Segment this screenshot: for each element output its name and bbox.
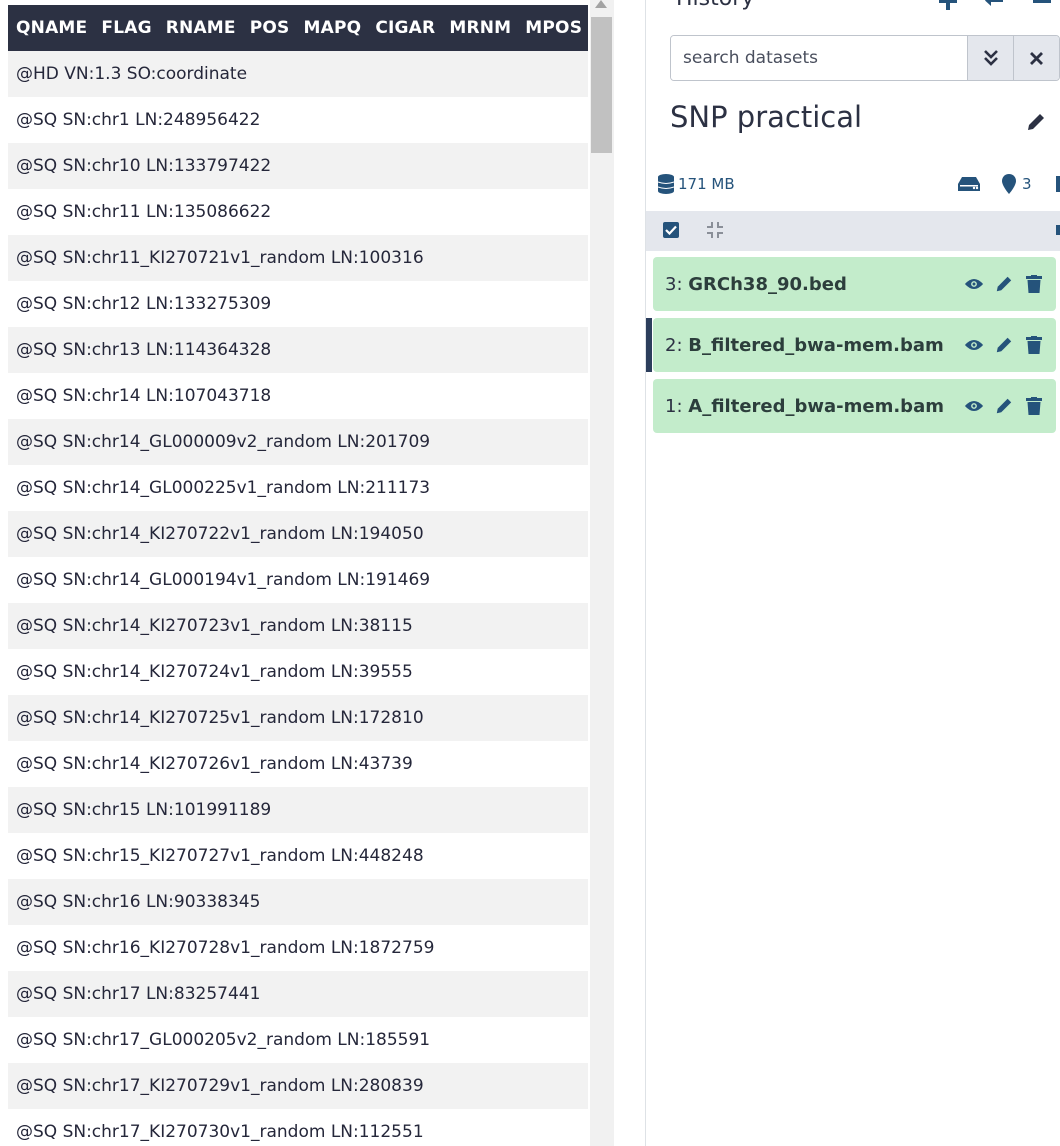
table-row: @SQ SN:chr14_KI270726v1_random LN:43739 [8, 741, 588, 787]
menu-icon[interactable] [1033, 0, 1051, 11]
table-row: @SQ SN:chr12 LN:133275309 [8, 281, 588, 327]
table-row: @SQ SN:chr16_KI270728v1_random LN:187275… [8, 925, 588, 971]
history-toolbar [646, 211, 1060, 251]
pencil-icon[interactable] [1026, 112, 1046, 136]
advanced-search-icon [983, 50, 998, 66]
column-header-rname[interactable]: RNAME [166, 18, 236, 38]
eye-icon[interactable] [964, 396, 984, 416]
table-row: @SQ SN:chr14_GL000009v2_random LN:201709 [8, 419, 588, 465]
compress-icon[interactable] [706, 221, 724, 243]
column-header-mapq[interactable]: MAPQ [304, 18, 362, 38]
history-name[interactable]: SNP practical [670, 100, 862, 134]
table-row: @SQ SN:chr14_KI270725v1_random LN:172810 [8, 695, 588, 741]
plus-icon[interactable] [939, 0, 957, 11]
history-panel: History SNP practical 171 MB [645, 0, 1060, 1146]
table-row: @SQ SN:chr17 LN:83257441 [8, 971, 588, 1017]
column-header-cigar[interactable]: CIGAR [375, 18, 435, 38]
dataset-list: 3: GRCh38_90.bed 2: B_filtered_bwa-mem.b… [646, 257, 1060, 440]
history-actions [939, 0, 1051, 11]
dataset-title: 2: B_filtered_bwa-mem.bam [665, 335, 944, 356]
dataset-title: 3: GRCh38_90.bed [665, 274, 847, 295]
table-row: @SQ SN:chr10 LN:133797422 [8, 143, 588, 189]
dataset-hid: 3: [665, 273, 683, 295]
table-row: @SQ SN:chr14_KI270723v1_random LN:38115 [8, 603, 588, 649]
dataset-actions [964, 396, 1044, 416]
table-row: @SQ SN:chr14_KI270724v1_random LN:39555 [8, 649, 588, 695]
dataset-title: 1: A_filtered_bwa-mem.bam [665, 396, 944, 417]
dataset-hid: 1: [665, 395, 683, 417]
size-value: 171 MB [678, 175, 735, 193]
trash-icon[interactable] [1024, 396, 1044, 416]
dataset-name: B_filtered_bwa-mem.bam [688, 334, 944, 356]
search-input[interactable] [671, 36, 967, 80]
table-row: @SQ SN:chr15 LN:101991189 [8, 787, 588, 833]
table-body: @HD VN:1.3 SO:coordinate @SQ SN:chr1 LN:… [8, 51, 588, 1146]
scrollbar-thumb[interactable] [591, 17, 612, 153]
vertical-scrollbar[interactable] [590, 0, 614, 1146]
pencil-icon[interactable] [994, 335, 1014, 355]
dataset-hid: 2: [665, 334, 683, 356]
eye-icon[interactable] [964, 335, 984, 355]
table-row: @SQ SN:chr11 LN:135086622 [8, 189, 588, 235]
trash-icon[interactable] [1024, 335, 1044, 355]
column-header-mrnm[interactable]: MRNM [449, 18, 511, 38]
dataset-item[interactable]: 3: GRCh38_90.bed [653, 257, 1056, 311]
column-header-mpos[interactable]: MPOS [525, 18, 582, 38]
hdd-icon[interactable] [958, 176, 980, 196]
table-row: @SQ SN:chr17_GL000205v2_random LN:185591 [8, 1017, 588, 1063]
history-stats: 171 MB 3 [658, 172, 1060, 198]
dataset-actions [964, 274, 1044, 294]
database-icon [658, 174, 674, 194]
pinned-count[interactable]: 3 [1002, 174, 1032, 194]
storage-icon[interactable] [1056, 176, 1060, 192]
column-header-pos[interactable]: POS [250, 18, 290, 38]
pencil-icon[interactable] [994, 396, 1014, 416]
scroll-up-arrow-icon[interactable] [595, 0, 607, 8]
pencil-icon[interactable] [994, 274, 1014, 294]
dataset-item[interactable]: 1: A_filtered_bwa-mem.bam [653, 379, 1056, 433]
dataset-item[interactable]: 2: B_filtered_bwa-mem.bam [646, 318, 1056, 372]
table-row: @SQ SN:chr11_KI270721v1_random LN:100316 [8, 235, 588, 281]
pinned-count-value: 3 [1022, 175, 1032, 193]
trash-icon[interactable] [1024, 274, 1044, 294]
table-row: @SQ SN:chr15_KI270727v1_random LN:448248 [8, 833, 588, 879]
eye-icon[interactable] [964, 274, 984, 294]
clear-icon [1030, 51, 1043, 65]
dataset-name: GRCh38_90.bed [688, 273, 847, 295]
history-size[interactable]: 171 MB [658, 174, 735, 194]
table-row: @SQ SN:chr1 LN:248956422 [8, 97, 588, 143]
table-row: @SQ SN:chr17_KI270730v1_random LN:112551 [8, 1109, 588, 1146]
bam-table: QNAME FLAG RNAME POS MAPQ CIGAR MRNM MPO… [8, 0, 588, 1146]
table-row: @SQ SN:chr13 LN:114364328 [8, 327, 588, 373]
toolbar-overflow-icon[interactable] [1056, 225, 1060, 235]
table-row: @SQ SN:chr14_KI270722v1_random LN:194050 [8, 511, 588, 557]
column-header-qname[interactable]: QNAME [16, 18, 87, 38]
table-row: @SQ SN:chr17_KI270729v1_random LN:280839 [8, 1063, 588, 1109]
history-heading: History [676, 0, 754, 11]
switch-icon[interactable] [985, 0, 1005, 11]
history-search [670, 35, 1060, 81]
table-row: @HD VN:1.3 SO:coordinate [8, 51, 588, 97]
table-header: QNAME FLAG RNAME POS MAPQ CIGAR MRNM MPO… [8, 5, 588, 51]
table-row: @SQ SN:chr14_GL000194v1_random LN:191469 [8, 557, 588, 603]
dataset-actions [964, 335, 1044, 355]
table-row: @SQ SN:chr16 LN:90338345 [8, 879, 588, 925]
column-header-flag[interactable]: FLAG [101, 18, 151, 38]
clear-search-button[interactable] [1013, 36, 1059, 80]
table-row: @SQ SN:chr14 LN:107043718 [8, 373, 588, 419]
checkbox-icon[interactable] [663, 222, 679, 238]
table-row: @SQ SN:chr14_GL000225v1_random LN:211173 [8, 465, 588, 511]
dataset-name: A_filtered_bwa-mem.bam [688, 395, 944, 417]
map-marker-icon [1002, 174, 1016, 194]
dataset-viewer: QNAME FLAG RNAME POS MAPQ CIGAR MRNM MPO… [0, 0, 614, 1146]
advanced-search-button[interactable] [967, 36, 1013, 80]
